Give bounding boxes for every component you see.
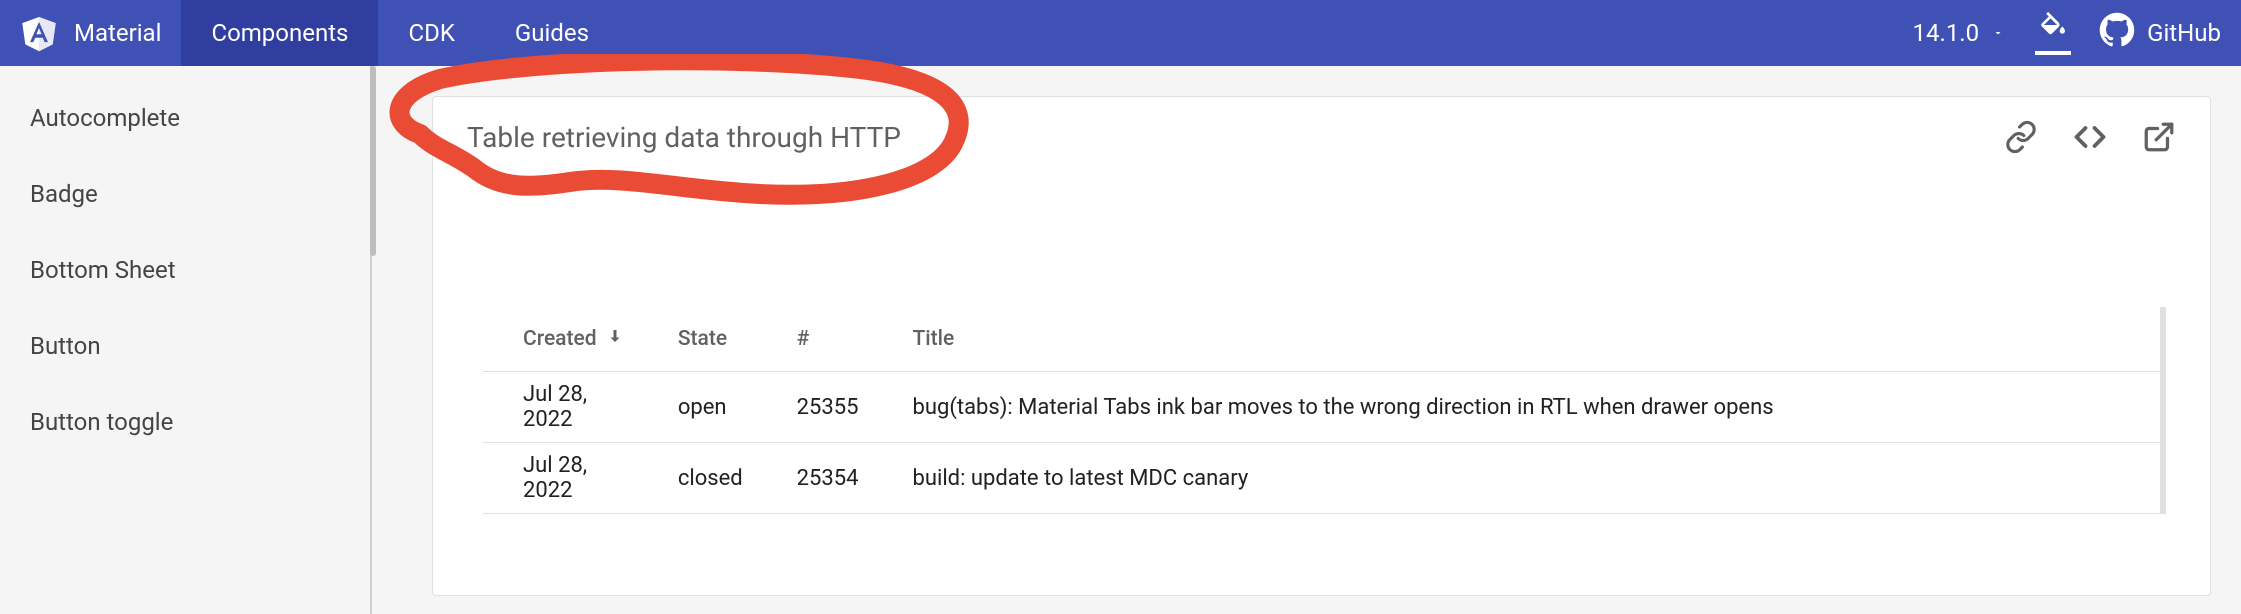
- cell-title: bug(tabs): Material Tabs ink bar moves t…: [873, 372, 2161, 443]
- github-label: GitHub: [2147, 19, 2221, 47]
- cell-title: build: update to latest MDC canary: [873, 443, 2161, 514]
- column-header-title[interactable]: Title: [873, 307, 2161, 372]
- table-row: Jul 28, 2022 closed 25354 build: update …: [483, 443, 2160, 514]
- format-color-fill-icon: [2037, 11, 2069, 49]
- sidebar-item-autocomplete[interactable]: Autocomplete: [0, 80, 370, 156]
- sidebar: Autocomplete Badge Bottom Sheet Button B…: [0, 66, 372, 614]
- data-table-wrap: Created State #: [483, 307, 2160, 514]
- table-header-row: Created State #: [483, 307, 2160, 372]
- data-table: Created State #: [483, 307, 2160, 514]
- github-link[interactable]: GitHub: [2099, 12, 2221, 54]
- cell-number: 25355: [757, 372, 873, 443]
- sidebar-item-label: Button toggle: [30, 408, 173, 436]
- github-icon: [2099, 12, 2135, 54]
- brand-label: Material: [74, 19, 161, 47]
- cell-number: 25354: [757, 443, 873, 514]
- underline: [2035, 51, 2071, 55]
- sidebar-item-button[interactable]: Button: [0, 308, 370, 384]
- column-header-state[interactable]: State: [638, 307, 757, 372]
- cell-created: Jul 28, 2022: [483, 443, 638, 514]
- nav-item-components[interactable]: Components: [181, 0, 378, 66]
- nav-item-guides[interactable]: Guides: [485, 0, 619, 66]
- cell-created: Jul 28, 2022: [483, 372, 638, 443]
- topbar-right: 14.1.0 GitHub: [1913, 11, 2221, 55]
- version-label: 14.1.0: [1913, 19, 1980, 47]
- sidebar-item-label: Badge: [30, 180, 98, 208]
- view-source-button[interactable]: [2072, 119, 2108, 155]
- chevron-down-icon: [1989, 24, 2007, 43]
- arrow-down-icon: [606, 327, 624, 351]
- version-selector[interactable]: 14.1.0: [1913, 19, 2008, 47]
- example-title: Table retrieving data through HTTP: [467, 121, 901, 154]
- sidebar-item-bottom-sheet[interactable]: Bottom Sheet: [0, 232, 370, 308]
- table-shadow: [2160, 307, 2166, 514]
- sidebar-item-label: Autocomplete: [30, 104, 180, 132]
- top-navbar: Material Components CDK Guides 14.1.0: [0, 0, 2241, 66]
- nav-item-cdk[interactable]: CDK: [378, 0, 484, 66]
- main-content: Table retrieving data through HTTP: [372, 66, 2241, 614]
- column-header-number[interactable]: #: [757, 307, 873, 372]
- copy-link-button[interactable]: [2004, 120, 2038, 154]
- open-external-button[interactable]: [2142, 120, 2176, 154]
- sidebar-item-label: Button: [30, 332, 101, 360]
- example-actions: [2004, 119, 2176, 155]
- brand[interactable]: Material: [20, 13, 181, 53]
- theme-picker-button[interactable]: [2033, 11, 2073, 55]
- sidebar-item-badge[interactable]: Badge: [0, 156, 370, 232]
- angular-logo-icon: [20, 13, 58, 53]
- cell-state: open: [638, 372, 757, 443]
- example-card: Table retrieving data through HTTP: [432, 96, 2211, 596]
- sidebar-item-button-toggle[interactable]: Button toggle: [0, 384, 370, 460]
- example-card-header: Table retrieving data through HTTP: [433, 97, 2210, 177]
- cell-state: closed: [638, 443, 757, 514]
- nav-tabs: Components CDK Guides: [181, 0, 619, 66]
- table-row: Jul 28, 2022 open 25355 bug(tabs): Mater…: [483, 372, 2160, 443]
- column-header-created[interactable]: Created: [483, 307, 638, 372]
- sidebar-item-label: Bottom Sheet: [30, 256, 176, 284]
